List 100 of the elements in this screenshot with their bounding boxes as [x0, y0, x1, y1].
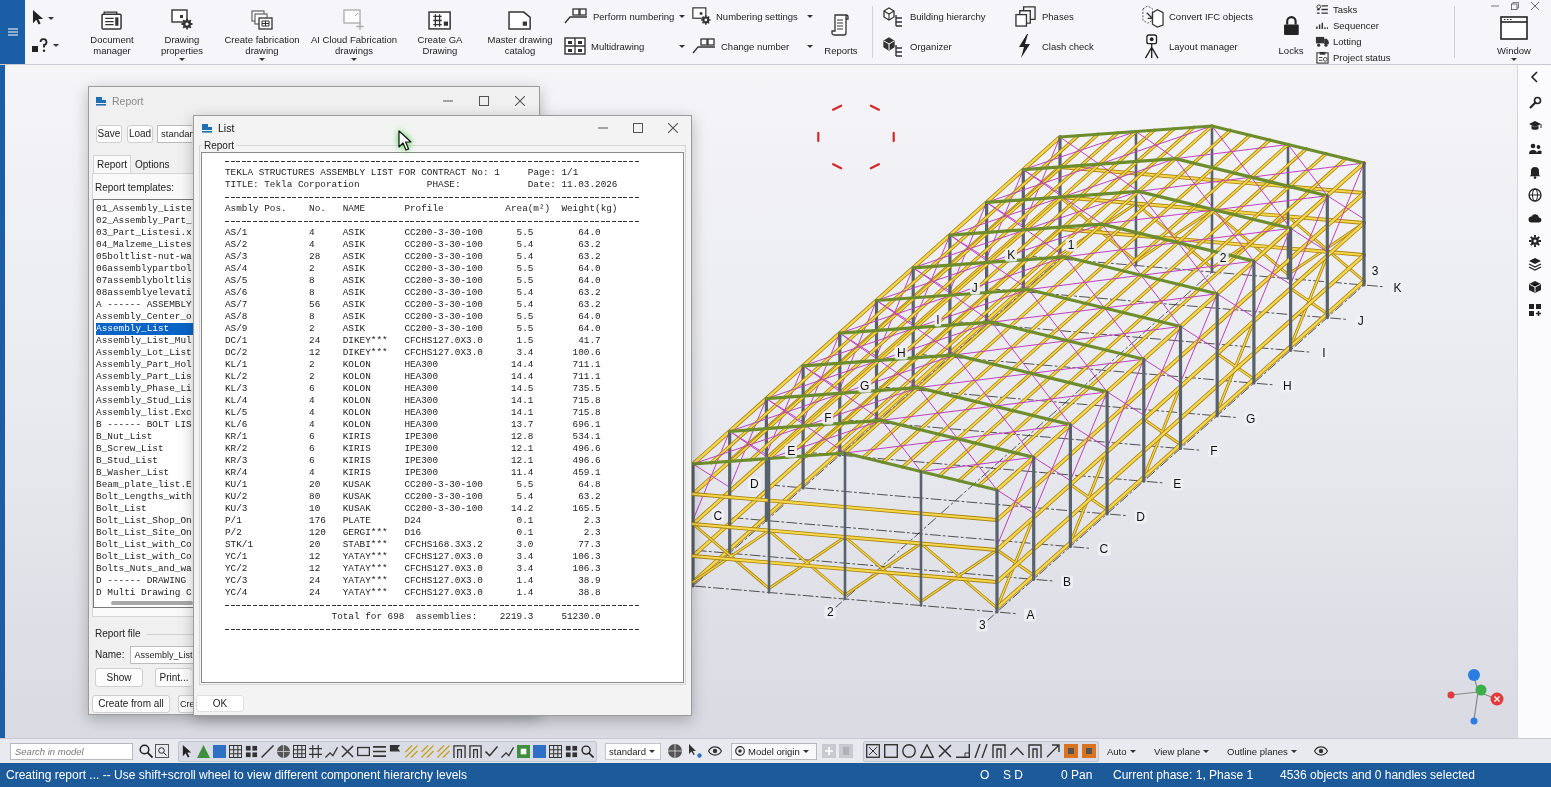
layout-manager-button[interactable]: Layout manager: [1140, 31, 1274, 61]
line-icon[interactable]: [261, 744, 274, 758]
cursor-dots-icon[interactable]: [688, 744, 702, 758]
search-field[interactable]: Search in model: [10, 742, 133, 760]
organizer-button[interactable]: Organizer: [883, 31, 1013, 61]
tab[interactable]: Report: [93, 155, 131, 173]
template-item[interactable]: Bolts_Nuts_and_wa: [96, 563, 192, 575]
template-item[interactable]: D ------ DRAWING: [96, 575, 186, 587]
building-hierarchy-button[interactable]: Building hierarchy: [883, 1, 1013, 31]
grid-icon[interactable]: [229, 744, 242, 758]
axis-triad-icon[interactable]: [1446, 668, 1506, 727]
maximize-icon[interactable]: [479, 96, 489, 106]
bracket-icon[interactable]: [469, 744, 482, 758]
zoom-box-icon[interactable]: [155, 744, 169, 758]
numbering-settings-button[interactable]: Numbering settings: [690, 1, 818, 31]
template-item[interactable]: B ------ BOLT LIS: [96, 419, 192, 431]
print-button[interactable]: Print...: [155, 668, 192, 687]
cross-icon[interactable]: [341, 744, 354, 758]
template-item[interactable]: B_Nut_List: [96, 431, 153, 443]
globe-icon[interactable]: [1527, 188, 1542, 202]
close-icon[interactable]: [515, 96, 525, 106]
tasks-button[interactable]: Tasks: [1314, 1, 1391, 17]
drawing-properties-button[interactable]: Drawing properties: [146, 0, 218, 64]
reports-button[interactable]: Reports: [824, 0, 858, 64]
template-item[interactable]: 05boltlist-nut-wa: [96, 251, 192, 263]
template-item[interactable]: A ------ ASSEMBLY: [96, 299, 192, 311]
sphere-icon[interactable]: [277, 744, 290, 758]
search-icon[interactable]: [139, 744, 153, 758]
template-item[interactable]: Bolt_List_Site_On: [96, 527, 192, 539]
caret-icon[interactable]: [48, 17, 55, 21]
change-number-button[interactable]: Change number: [690, 31, 818, 61]
layers-icon[interactable]: [1527, 257, 1542, 271]
bars-icon[interactable]: [373, 744, 386, 758]
cloud-drawings-button[interactable]: AI Cloud Fabrication drawings: [306, 0, 402, 64]
bracket-icon[interactable]: [453, 744, 466, 758]
scrollbar-thumb[interactable]: [111, 601, 193, 605]
template-item[interactable]: Assembly_Phase_Li: [96, 383, 192, 395]
view-plane-dropdown[interactable]: View plane: [1154, 742, 1220, 760]
template-item[interactable]: 03_Part_Listesi.x: [96, 227, 192, 239]
template-item[interactable]: B_Washer_List: [96, 467, 170, 479]
bracket-icon[interactable]: [1028, 744, 1042, 758]
template-item[interactable]: Bolt_Lengths_with: [96, 491, 192, 503]
dots-icon[interactable]: [565, 744, 578, 758]
template-item[interactable]: Beam_plate_list.E: [96, 479, 192, 491]
settings-icon[interactable]: [1527, 234, 1542, 248]
template-item[interactable]: Bolt_List_with_Co: [96, 539, 192, 551]
phases-button[interactable]: Phases: [1013, 1, 1140, 31]
maximize-icon[interactable]: [633, 123, 643, 133]
model-viewport[interactable]: [5, 65, 1517, 738]
template-item[interactable]: 08assemblyelevati: [96, 287, 192, 299]
project-status-button[interactable]: Project status: [1314, 49, 1391, 65]
square-icon[interactable]: [533, 744, 546, 758]
people-icon[interactable]: [1527, 142, 1542, 156]
restore-icon[interactable]: [1511, 1, 1519, 10]
close-icon[interactable]: [668, 123, 678, 133]
template-item[interactable]: Bolt_List_Shop_On: [96, 515, 192, 527]
grid-icon[interactable]: [549, 744, 562, 758]
caret-icon[interactable]: [53, 44, 59, 48]
template-item[interactable]: Bolt_List: [96, 503, 147, 515]
origin-dropdown[interactable]: Model origin: [731, 742, 817, 760]
graduation-cap-icon[interactable]: [1527, 119, 1542, 133]
convert-ifc-button[interactable]: Convert IFC objects: [1140, 1, 1274, 31]
circle-icon[interactable]: [902, 744, 916, 758]
clash-check-button[interactable]: Clash check: [1013, 31, 1140, 61]
dots-icon[interactable]: [245, 744, 258, 758]
name-field[interactable]: Assembly_List: [130, 646, 195, 664]
square-outline-icon[interactable]: [884, 744, 898, 758]
drawing-catalog-button[interactable]: Master drawing catalog: [478, 0, 562, 64]
template-item[interactable]: Bolt_List_with_Co: [96, 551, 192, 563]
template-item[interactable]: Assembly_Center_o: [96, 311, 192, 323]
template-item[interactable]: Assembly_Part_Lis: [96, 371, 192, 383]
sequencer-button[interactable]: Sequencer: [1314, 17, 1391, 33]
menu-button[interactable]: [0, 0, 25, 64]
parallel-icon[interactable]: [974, 744, 988, 758]
multidrawing-button[interactable]: Multidrawing: [564, 31, 690, 61]
check-icon[interactable]: [485, 744, 498, 758]
right-angle-icon[interactable]: [956, 744, 970, 758]
locks-button[interactable]: Locks: [1276, 0, 1306, 64]
lotting-button[interactable]: Lotting: [1314, 33, 1391, 49]
template-item[interactable]: 04_Malzeme_Listes: [96, 239, 192, 251]
grid-plus-icon[interactable]: [1527, 303, 1542, 317]
origin-icon[interactable]: [735, 746, 745, 756]
hash-icon[interactable]: [309, 744, 322, 758]
template-item[interactable]: 07assemblyboltlis: [96, 275, 192, 287]
close-icon[interactable]: [1531, 1, 1539, 10]
template-item[interactable]: Assembly_list.Exc: [96, 407, 192, 419]
bracket-icon[interactable]: [992, 744, 1006, 758]
template-item[interactable]: 06assemblypartbol: [96, 263, 192, 275]
cloud-icon[interactable]: [1527, 211, 1542, 225]
settings-dropdown[interactable]: standard: [605, 742, 661, 760]
template-item[interactable]: B_Screw_List: [96, 443, 164, 455]
grid-icon[interactable]: [293, 744, 306, 758]
template-item[interactable]: Assembly_Part_Hol: [96, 359, 192, 371]
template-item[interactable]: Assembly_List_Mul: [96, 335, 192, 347]
template-item[interactable]: D Multi Drawing C: [96, 587, 192, 599]
show-button[interactable]: Show: [95, 668, 143, 687]
cube-icon[interactable]: [1527, 280, 1542, 294]
pointer-icon[interactable]: [181, 744, 194, 758]
search-icon[interactable]: [581, 744, 594, 758]
pointer-icon[interactable]: [32, 10, 44, 26]
